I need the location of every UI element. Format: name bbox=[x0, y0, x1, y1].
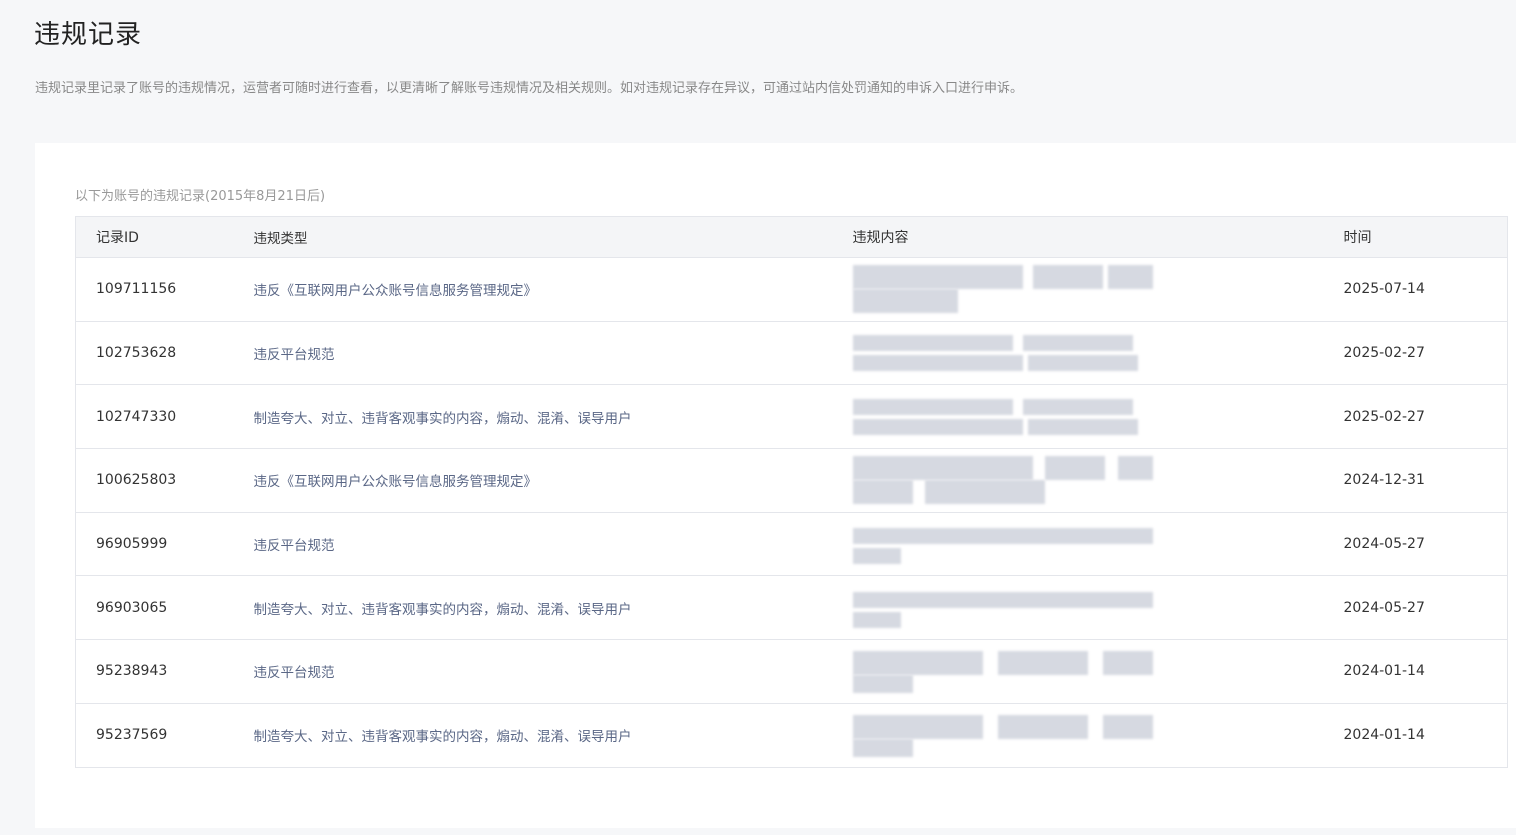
time-cell: 2025-07-14 bbox=[1343, 257, 1508, 322]
page-description: 违规记录里记录了账号的违规情况，运营者可随时进行查看，以更清晰了解账号违规情况及… bbox=[35, 81, 1024, 96]
record-id-cell: 95238943 bbox=[75, 639, 254, 704]
violation-content-cell bbox=[852, 512, 1344, 577]
violation-type-cell: 制造夸大、对立、违背客观事实的内容，煽动、混淆、误导用户 bbox=[253, 729, 632, 746]
redacted-content bbox=[852, 456, 1153, 505]
violation-type-cell: 违反《互联网用户公众账号信息服务管理规定》 bbox=[253, 448, 853, 513]
time-cell: 2024-01-14 bbox=[1343, 727, 1425, 744]
violation-content-cell bbox=[852, 321, 1344, 386]
table-row: 95238943 违反平台规范 2024-01-14 bbox=[75, 639, 1508, 704]
violation-content-cell bbox=[852, 639, 1344, 704]
record-id-cell: 95237569 bbox=[96, 727, 168, 744]
violation-content-cell bbox=[852, 575, 1344, 641]
violation-type-cell: 违反平台规范 bbox=[253, 321, 853, 386]
redacted-content bbox=[852, 520, 1153, 568]
record-id-cell: 96903065 bbox=[75, 575, 254, 641]
time-cell: 2025-02-27 bbox=[1343, 321, 1508, 386]
violation-type-cell: 制造夸大、对立、违背客观事实的内容，煽动、混淆、误导用户 bbox=[253, 575, 853, 641]
column-header-id: 记录ID bbox=[75, 216, 254, 258]
violation-type-cell: 违反《互联网用户公众账号信息服务管理规定》 bbox=[253, 257, 853, 322]
table-row: 102753628 违反平台规范 2025-02-27 bbox=[75, 321, 1508, 386]
record-id-cell: 96905999 bbox=[75, 512, 254, 577]
table-row: 100625803 违反《互联网用户公众账号信息服务管理规定》 2024-12-31 bbox=[75, 448, 1508, 513]
table-row: 96903065 制造夸大、对立、违背客观事实的内容，煽动、混淆、误导用户 2024… bbox=[75, 575, 1508, 641]
redacted-content bbox=[852, 265, 1153, 314]
violation-content-cell bbox=[852, 703, 1344, 767]
time-cell: 2025-02-27 bbox=[1343, 384, 1508, 450]
violation-content-cell bbox=[852, 384, 1344, 450]
time-cell: 2024-05-27 bbox=[1343, 575, 1508, 641]
column-header-content: 违规内容 bbox=[852, 216, 1344, 258]
time-cell: 2024-05-27 bbox=[1343, 512, 1508, 577]
column-header-type: 违规类型 bbox=[253, 216, 853, 258]
violation-type-cell: 制造夸大、对立、违背客观事实的内容，煽动、混淆、误导用户 bbox=[253, 384, 853, 450]
table-row: 102747330 制造夸大、对立、违背客观事实的内容，煽动、混淆、误导用户 202… bbox=[75, 384, 1508, 450]
redacted-content bbox=[852, 329, 1153, 377]
table-row: 96905999 违反平台规范 2024-05-27 bbox=[75, 512, 1508, 577]
records-card: 以下为账号的违规记录(2015年8月21日后) 记录ID 违规类型 违规内容 时… bbox=[35, 143, 1516, 828]
redacted-content bbox=[852, 711, 1153, 759]
table-caption: 以下为账号的违规记录(2015年8月21日后) bbox=[75, 189, 326, 204]
table-row: 109711156 违反《互联网用户公众账号信息服务管理规定》 2025-07-14 bbox=[75, 257, 1508, 322]
violation-type-cell: 违反平台规范 bbox=[253, 639, 853, 704]
redacted-content bbox=[852, 647, 1153, 695]
violation-content-cell bbox=[852, 448, 1344, 513]
violation-content-cell bbox=[852, 257, 1344, 322]
record-id-cell: 109711156 bbox=[75, 257, 254, 322]
table-row: 95237569 制造夸大、对立、违背客观事实的内容，煽动、混淆、误导用户 2024… bbox=[76, 703, 1508, 767]
redacted-content bbox=[852, 393, 1153, 441]
table-header-row: 记录ID 违规类型 违规内容 时间 bbox=[75, 216, 1508, 258]
record-id-cell: 102747330 bbox=[75, 384, 254, 450]
column-header-time: 时间 bbox=[1343, 216, 1508, 258]
record-id-cell: 100625803 bbox=[75, 448, 254, 513]
time-cell: 2024-12-31 bbox=[1343, 448, 1508, 513]
redacted-content bbox=[852, 584, 1153, 632]
time-cell: 2024-01-14 bbox=[1343, 639, 1508, 704]
violation-type-cell: 违反平台规范 bbox=[253, 512, 853, 577]
record-id-cell: 102753628 bbox=[75, 321, 254, 386]
page-title: 违规记录 bbox=[34, 20, 143, 50]
violation-records-table: 记录ID 违规类型 违规内容 时间 109711156 违反《互联网用户公众账号信… bbox=[75, 216, 1508, 768]
